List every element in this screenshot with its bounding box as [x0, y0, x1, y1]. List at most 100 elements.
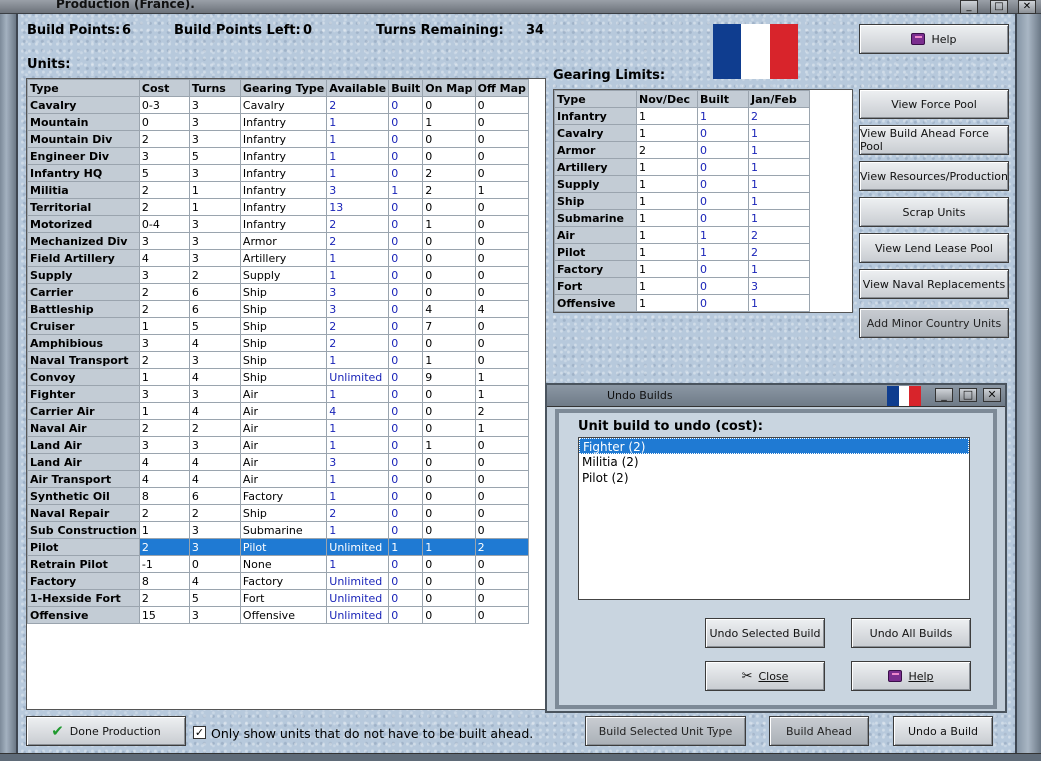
table-cell[interactable]: 0	[388, 215, 424, 233]
units-table[interactable]: Type Cost Turns Gearing Type Available Built O…	[27, 79, 529, 624]
table-cell[interactable]: Field Artillery	[27, 249, 140, 267]
list-item[interactable]: Militia (2)	[579, 454, 969, 470]
table-cell[interactable]: Supply	[239, 266, 328, 284]
table-cell[interactable]: 1	[388, 181, 424, 199]
units-column-header[interactable]: Built	[388, 79, 424, 97]
table-cell[interactable]: 3	[138, 232, 190, 250]
table-cell[interactable]: Ship	[239, 351, 328, 369]
table-cell[interactable]: Ship	[239, 283, 328, 301]
table-cell[interactable]: 0	[388, 419, 424, 437]
table-cell[interactable]: 1	[326, 555, 390, 573]
scrap-units-button[interactable]: Scrap Units	[859, 197, 1009, 227]
table-cell[interactable]: 0	[422, 232, 476, 250]
table-cell[interactable]: 9	[422, 368, 476, 386]
table-row[interactable]: Engineer Div 3 5 Infantry 1 0 0 0	[27, 147, 529, 165]
table-cell[interactable]: Supply	[27, 266, 140, 284]
table-cell[interactable]: 0	[474, 589, 529, 607]
undo-all-builds-button[interactable]: Undo All Builds	[851, 618, 971, 648]
table-cell[interactable]: 6	[188, 487, 241, 505]
table-cell[interactable]: 1	[474, 385, 529, 403]
table-cell[interactable]: 0	[474, 606, 529, 624]
table-cell[interactable]: 2	[326, 232, 390, 250]
table-cell[interactable]: 3	[188, 606, 241, 624]
table-cell[interactable]: Infantry HQ	[27, 164, 140, 182]
gearing-column-header[interactable]: Jan/Feb	[748, 90, 810, 108]
gearing-column-header[interactable]: Nov/Dec	[636, 90, 698, 108]
table-cell[interactable]: 0	[388, 249, 424, 267]
table-cell[interactable]: 0	[388, 232, 424, 250]
table-cell[interactable]: 4	[138, 453, 190, 471]
table-cell[interactable]: 4	[422, 300, 476, 318]
undo-dialog-maximize-icon[interactable]: □	[959, 388, 977, 402]
table-cell[interactable]: 5	[188, 317, 241, 335]
table-cell[interactable]: 6	[188, 300, 241, 318]
table-cell[interactable]: 0	[388, 487, 424, 505]
table-cell[interactable]: 2	[138, 419, 190, 437]
table-cell[interactable]: 3	[188, 538, 241, 556]
table-row[interactable]: Offensive 15 3 Offensive Unlimited 0 0 0	[27, 606, 529, 624]
table-cell[interactable]: 1	[422, 113, 476, 131]
table-cell[interactable]: 3	[188, 521, 241, 539]
table-cell[interactable]: 0	[474, 266, 529, 284]
table-cell[interactable]: 0	[422, 521, 476, 539]
table-cell[interactable]: 0	[388, 402, 424, 420]
table-cell[interactable]: Fort	[239, 589, 328, 607]
table-cell[interactable]: 2	[188, 419, 241, 437]
table-cell[interactable]: Naval Air	[27, 419, 140, 437]
table-cell[interactable]: 2	[138, 130, 190, 148]
table-cell[interactable]: 2	[422, 181, 476, 199]
table-cell[interactable]: 0	[474, 487, 529, 505]
table-cell[interactable]: Factory	[239, 487, 328, 505]
table-row[interactable]: Sub Construction 1 3 Submarine 1 0 0 0	[27, 521, 529, 539]
table-cell[interactable]: 0	[422, 249, 476, 267]
table-row[interactable]: Battleship 2 6 Ship 3 0 4 4	[27, 300, 529, 318]
table-cell[interactable]: 6	[188, 283, 241, 301]
table-cell[interactable]: 0	[388, 521, 424, 539]
table-cell[interactable]: 1	[474, 368, 529, 386]
table-row[interactable]: Naval Air 2 2 Air 1 0 0 1	[27, 419, 529, 437]
table-cell[interactable]: Factory	[27, 572, 140, 590]
table-cell[interactable]: 0	[388, 453, 424, 471]
table-cell[interactable]: 0	[388, 198, 424, 216]
table-cell[interactable]: 0	[388, 266, 424, 284]
table-cell[interactable]: 1	[422, 436, 476, 454]
table-cell[interactable]: Air Transport	[27, 470, 140, 488]
units-column-header[interactable]: On Map	[422, 79, 476, 97]
table-cell[interactable]: 2	[138, 589, 190, 607]
table-row[interactable]: Fighter 3 3 Air 1 0 0 1	[27, 385, 529, 403]
maximize-icon[interactable]: □	[990, 0, 1008, 14]
table-cell[interactable]: Air	[239, 436, 328, 454]
table-row[interactable]: Territorial 2 1 Infantry 13 0 0 0	[27, 198, 529, 216]
table-cell[interactable]: 0	[388, 436, 424, 454]
only-show-checkbox[interactable]: ✓	[193, 726, 206, 739]
table-cell[interactable]: 3	[138, 266, 190, 284]
table-cell[interactable]: Pilot	[239, 538, 328, 556]
undo-dialog-titlebar[interactable]: Undo Builds _ □ ✕	[547, 385, 1005, 407]
table-row[interactable]: Carrier 2 6 Ship 3 0 0 0	[27, 283, 529, 301]
table-cell[interactable]: 1	[138, 521, 190, 539]
table-row[interactable]: Air Transport 4 4 Air 1 0 0 0	[27, 470, 529, 488]
table-cell[interactable]: Artillery	[239, 249, 328, 267]
table-row[interactable]: Factory 8 4 Factory Unlimited 0 0 0	[27, 572, 529, 590]
table-cell[interactable]: Infantry	[239, 113, 328, 131]
table-cell[interactable]: 1	[326, 521, 390, 539]
table-cell[interactable]: 0	[388, 368, 424, 386]
table-cell[interactable]: 4	[188, 470, 241, 488]
build-selected-unit-type-button[interactable]: Build Selected Unit Type	[585, 716, 746, 746]
table-cell[interactable]: 2	[138, 538, 190, 556]
undo-help-button[interactable]: Help	[851, 661, 971, 691]
table-cell[interactable]: 2	[138, 351, 190, 369]
table-row[interactable]: Mechanized Div 3 3 Armor 2 0 0 0	[27, 232, 529, 250]
table-cell[interactable]: Unlimited	[326, 538, 390, 556]
table-cell[interactable]: 3	[188, 130, 241, 148]
table-cell[interactable]: 1	[326, 487, 390, 505]
done-production-button[interactable]: ✔ Done Production	[26, 716, 186, 746]
table-cell[interactable]: Sub Construction	[27, 521, 140, 539]
undo-dialog-close-icon[interactable]: ✕	[983, 388, 1001, 402]
table-row[interactable]: Field Artillery 4 3 Artillery 1 0 0 0	[27, 249, 529, 267]
table-cell[interactable]: Armor	[239, 232, 328, 250]
table-cell[interactable]: 0	[422, 453, 476, 471]
table-cell[interactable]: 1	[326, 130, 390, 148]
table-cell[interactable]: 1	[138, 317, 190, 335]
table-cell[interactable]: 2	[138, 504, 190, 522]
